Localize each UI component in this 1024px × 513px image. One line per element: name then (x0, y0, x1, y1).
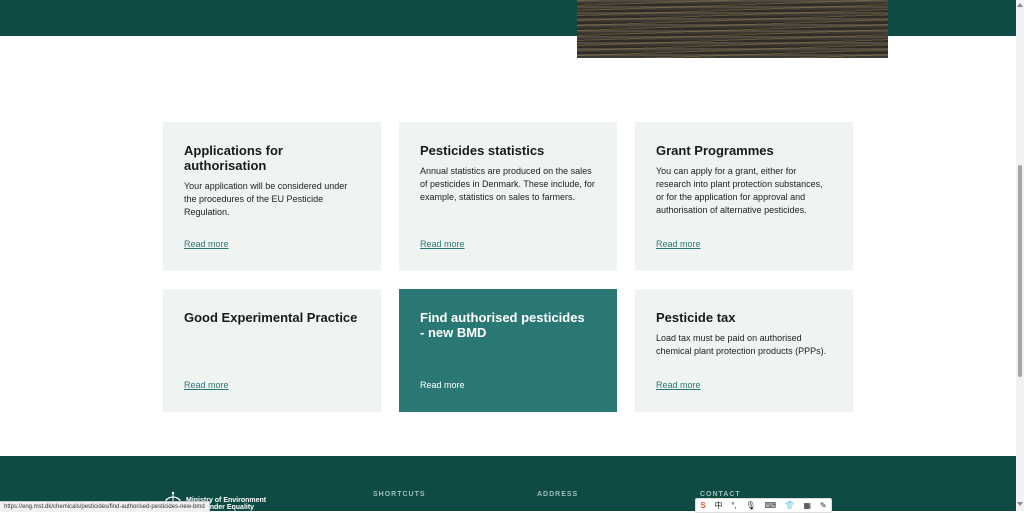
card-title: Grant Programmes (656, 143, 774, 158)
read-more-link[interactable]: Read more (420, 239, 465, 249)
card-description: Your application will be considered unde… (184, 181, 348, 217)
skin-icon[interactable]: 👕 (785, 501, 795, 510)
status-bar-url: https://eng.mst.dk/chemicals/pesticides/… (0, 501, 210, 512)
keyboard-icon[interactable]: ⌨ (764, 501, 776, 510)
card-pesticide-tax[interactable]: Pesticide tax Load tax must be paid on a… (635, 289, 853, 412)
ime-language-icon[interactable]: 中 (715, 500, 723, 511)
card-title: Pesticides statistics (420, 143, 545, 158)
card-good-experimental-practice[interactable]: Good Experimental Practice Read more (163, 289, 381, 412)
card-description: Annual statistics are produced on the sa… (420, 166, 595, 202)
card-find-authorised-pesticides[interactable]: Find authorised pesticides - new BMD Rea… (399, 289, 617, 412)
card-title: Good Experimental Practice (184, 310, 358, 325)
card-title: Find authorised pesticides - new BMD (420, 310, 585, 340)
microphone-icon[interactable]: 🎙 (746, 501, 756, 510)
grid-menu-icon[interactable]: ▦ (804, 501, 812, 510)
read-more-link[interactable]: Read more (184, 380, 229, 390)
card-title: Pesticide tax (656, 310, 736, 325)
read-more-link[interactable]: Read more (184, 239, 229, 249)
footer-address-heading: ADDRESS (537, 491, 579, 498)
scroll-up-arrow-icon[interactable] (1017, 3, 1023, 7)
hero-field-image (577, 0, 888, 58)
vertical-scrollbar[interactable] (1016, 0, 1024, 511)
ime-logo-icon[interactable]: S (700, 501, 705, 510)
footer-shortcuts-heading: SHORTCUTS (373, 491, 426, 498)
card-grant-programmes[interactable]: Grant Programmes You can apply for a gra… (635, 122, 853, 271)
read-more-link[interactable]: Read more (656, 239, 701, 249)
card-applications-for-authorisation[interactable]: Applications for authorisation Your appl… (163, 122, 381, 271)
card-description: You can apply for a grant, either for re… (656, 166, 823, 215)
card-pesticides-statistics[interactable]: Pesticides statistics Annual statistics … (399, 122, 617, 271)
read-more-link[interactable]: Read more (420, 380, 465, 390)
card-title: Applications for authorisation (184, 143, 283, 173)
footer-contact-heading: CONTACT (700, 491, 741, 498)
card-description: Load tax must be paid on authorised chem… (656, 333, 827, 356)
scrollbar-thumb[interactable] (1018, 165, 1022, 377)
ime-punctuation-icon[interactable]: °, (731, 501, 736, 510)
pen-icon[interactable]: ✎ (820, 501, 827, 510)
read-more-link[interactable]: Read more (656, 380, 701, 390)
scroll-down-arrow-icon[interactable] (1017, 502, 1023, 506)
